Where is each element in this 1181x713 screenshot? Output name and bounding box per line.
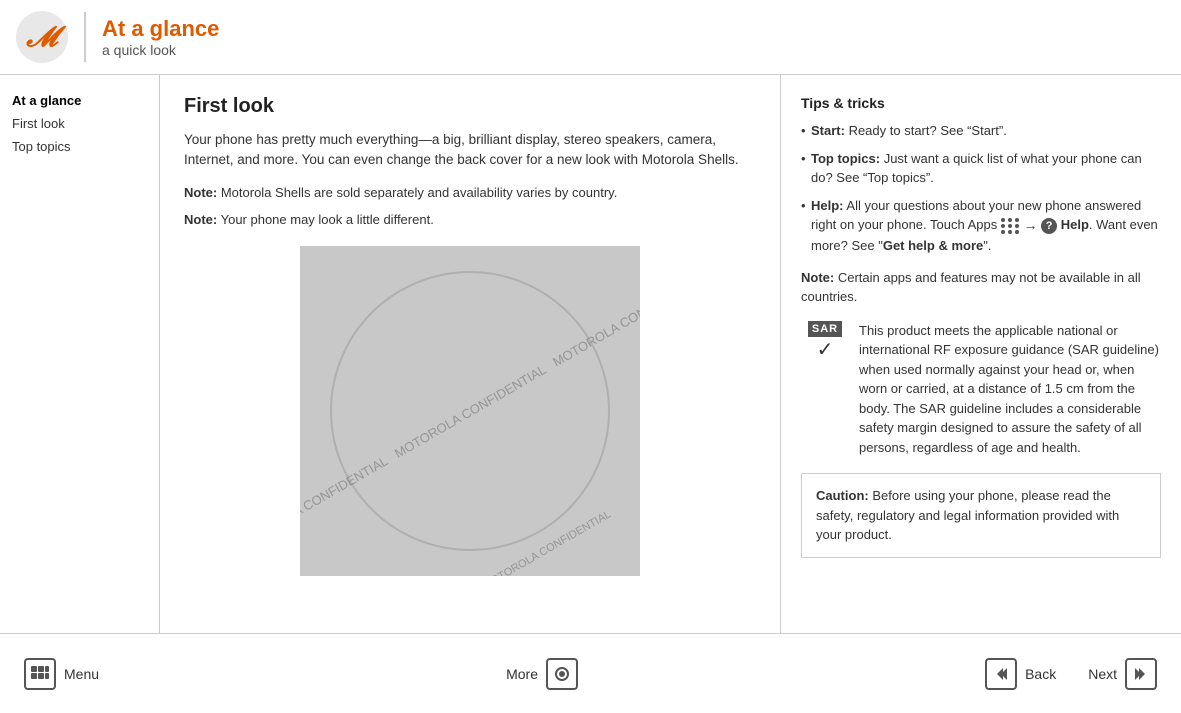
back-button[interactable]: Back — [977, 654, 1064, 694]
phone-image: MOTOROLA CONFIDENTIAL MOTOROLA CONFIDENT… — [300, 246, 640, 576]
more-button[interactable]: More — [498, 654, 586, 694]
menu-button[interactable]: Menu — [16, 654, 107, 694]
back-label: Back — [1025, 666, 1056, 682]
main-content: First look Your phone has pretty much ev… — [160, 75, 1181, 633]
next-icon — [1125, 658, 1157, 690]
help-icon: ? — [1041, 218, 1057, 234]
page-wrapper: 𝓜 At a glance a quick look At a glance F… — [0, 0, 1181, 713]
sar-label: SAR — [808, 321, 842, 337]
caution-box: Caution: Before using your phone, please… — [801, 473, 1161, 558]
tips-note: Note: Certain apps and features may not … — [801, 268, 1161, 307]
motorola-logo: 𝓜 — [16, 11, 68, 63]
sidebar-item-at-a-glance[interactable]: At a glance — [12, 91, 147, 110]
apps-icon — [1001, 218, 1020, 234]
tips-list: Start: Ready to start? See “Start”. Top … — [801, 121, 1161, 256]
logo-letter: 𝓜 — [26, 21, 57, 54]
more-label: More — [506, 666, 538, 682]
page-title: At a glance — [102, 16, 219, 42]
sar-badge: SAR ✓ — [801, 321, 849, 458]
sidebar-nav: At a glance First look Top topics — [12, 91, 147, 156]
menu-icon — [24, 658, 56, 690]
back-icon — [985, 658, 1017, 690]
page-subtitle: a quick look — [102, 42, 219, 58]
sidebar-item-top-topics[interactable]: Top topics — [12, 137, 147, 156]
header-divider — [84, 12, 86, 62]
circle-watermark — [330, 271, 610, 551]
sar-text: This product meets the applicable nation… — [859, 321, 1161, 458]
tip-start: Start: Ready to start? See “Start”. — [801, 121, 1161, 141]
sidebar: At a glance First look Top topics — [0, 75, 160, 633]
right-panel: Tips & tricks Start: Ready to start? See… — [781, 75, 1181, 633]
sar-section: SAR ✓ This product meets the applicable … — [801, 321, 1161, 458]
content-area: At a glance First look Top topics First … — [0, 75, 1181, 633]
sidebar-item-first-look[interactable]: First look — [12, 114, 147, 133]
bottom-toolbar: Menu More Back Next — [0, 633, 1181, 713]
tip-help: Help: All your questions about your new … — [801, 196, 1161, 256]
article-body: Your phone has pretty much everything—a … — [184, 130, 756, 171]
left-panel: First look Your phone has pretty much ev… — [160, 75, 781, 633]
arrow-icon: → — [1023, 217, 1037, 233]
menu-label: Menu — [64, 666, 99, 682]
header: 𝓜 At a glance a quick look — [0, 0, 1181, 75]
header-text: At a glance a quick look — [102, 16, 219, 58]
tip-top-topics: Top topics: Just want a quick list of wh… — [801, 149, 1161, 188]
more-icon — [546, 658, 578, 690]
article-title: First look — [184, 95, 756, 118]
note-1: Note: Motorola Shells are sold separatel… — [184, 183, 756, 203]
next-button[interactable]: Next — [1080, 654, 1165, 694]
caution-label: Caution: — [816, 488, 869, 503]
note-2: Note: Your phone may look a little diffe… — [184, 210, 756, 230]
tips-title: Tips & tricks — [801, 95, 1161, 111]
next-label: Next — [1088, 666, 1117, 682]
sar-checkmark: ✓ — [817, 337, 834, 362]
